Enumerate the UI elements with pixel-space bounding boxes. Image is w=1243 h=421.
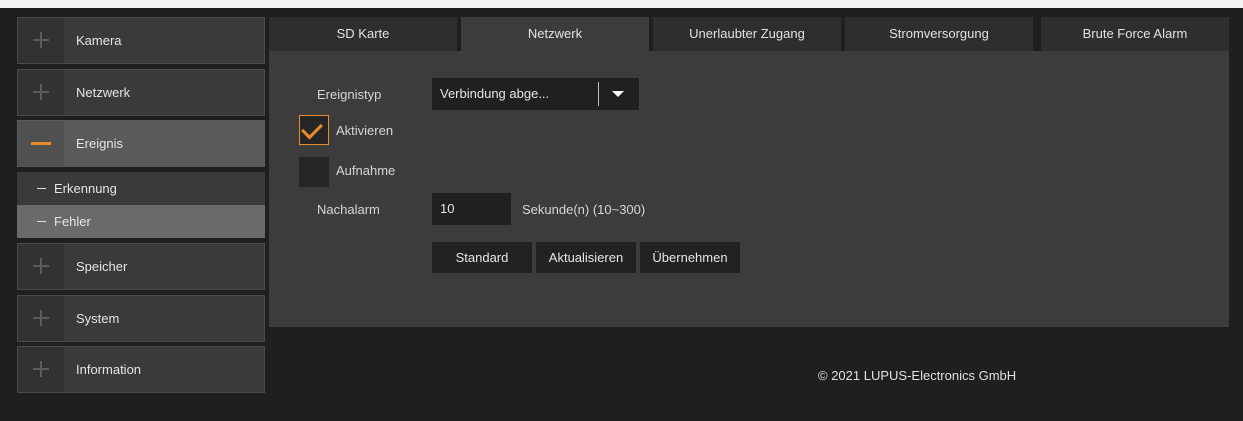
select-separator (598, 82, 599, 106)
tab-netzwerk[interactable]: Netzwerk (461, 17, 649, 51)
refresh-button[interactable]: Aktualisieren (536, 242, 636, 273)
tab-stromversorgung[interactable]: Stromversorgung (845, 17, 1033, 51)
event-type-value: Verbindung abge... (440, 86, 550, 101)
chevron-down-icon (612, 91, 624, 97)
tab-sd-karte[interactable]: SD Karte (269, 17, 457, 51)
record-checkbox[interactable] (299, 157, 329, 187)
sidebar-subitem-label: Erkennung (54, 181, 117, 196)
plus-icon (33, 84, 49, 100)
top-strip (0, 0, 1243, 8)
enable-label: Aktivieren (336, 123, 394, 138)
plus-icon (33, 310, 49, 326)
sidebar-item-label: Netzwerk (76, 85, 131, 100)
checkmark-icon (301, 117, 323, 140)
minus-icon (31, 142, 51, 145)
sidebar-subitem-fehler[interactable]: Fehler (17, 205, 265, 238)
tab-brute-force-alarm[interactable]: Brute Force Alarm (1041, 17, 1229, 51)
sidebar-item-label: Speicher (76, 259, 128, 274)
enable-checkbox[interactable] (299, 115, 329, 145)
sidebar-item-label: System (76, 311, 120, 326)
sidebar-item-system[interactable]: System (17, 295, 265, 342)
sidebar-item-label: Kamera (76, 33, 122, 48)
sidebar-item-ereignis[interactable]: Ereignis (17, 120, 265, 167)
sidebar-item-label: Information (76, 362, 142, 377)
dash-icon (37, 221, 46, 222)
sidebar-item-speicher[interactable]: Speicher (17, 243, 265, 290)
dash-icon (37, 188, 46, 189)
sidebar-item-label: Ereignis (76, 136, 123, 151)
tab-unerlaubter-zugang[interactable]: Unerlaubter Zugang (653, 17, 841, 51)
copyright-text: © 2021 LUPUS-Electronics GmbH (818, 368, 1017, 383)
sidebar-item-kamera[interactable]: Kamera (17, 17, 265, 64)
record-label: Aufnahme (336, 163, 396, 178)
event-type-select[interactable]: Verbindung abge... (432, 78, 639, 110)
sidebar-item-netzwerk[interactable]: Netzwerk (17, 69, 265, 116)
plus-icon (33, 32, 49, 48)
apply-button[interactable]: Übernehmen (640, 242, 740, 273)
post-alarm-label: Nachalarm (317, 202, 380, 217)
plus-icon (33, 258, 49, 274)
post-alarm-input[interactable] (432, 193, 511, 225)
tab-bar: SD Karte Netzwerk Unerlaubter Zugang Str… (269, 17, 1229, 51)
settings-panel: Ereignistyp Verbindung abge... Aktiviere… (269, 51, 1229, 327)
post-alarm-unit: Sekunde(n) (10~300) (522, 202, 646, 217)
default-button[interactable]: Standard (432, 242, 532, 273)
sidebar-subitem-label: Fehler (54, 214, 91, 229)
sidebar-item-information[interactable]: Information (17, 346, 265, 393)
sidebar-subitem-erkennung[interactable]: Erkennung (17, 172, 265, 205)
event-type-label: Ereignistyp (317, 87, 382, 102)
plus-icon (33, 361, 49, 377)
